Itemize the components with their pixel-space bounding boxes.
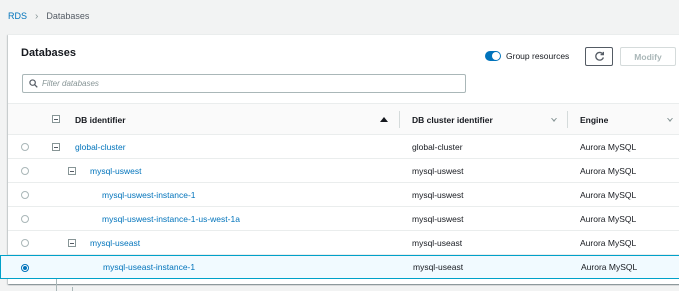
column-header-label: Engine <box>580 114 609 125</box>
table-row[interactable]: mysql-uswest-instance-1-us-west-1a mysql… <box>8 207 679 231</box>
engine-cell: Aurora MySQL <box>580 237 637 248</box>
column-divider <box>399 111 400 128</box>
refresh-button[interactable] <box>585 47 613 66</box>
engine-cell: Aurora MySQL <box>580 189 637 200</box>
breadcrumb: RDS › Databases <box>8 11 89 21</box>
sort-filter-icon[interactable] <box>551 118 557 122</box>
breadcrumb-current: Databases <box>46 11 90 21</box>
chevron-right-icon: › <box>35 10 39 22</box>
db-identifier-link[interactable]: mysql-useast <box>90 231 140 254</box>
table-row[interactable]: mysql-useast mysql-useast Aurora MySQL <box>8 231 679 255</box>
row-radio-selected[interactable] <box>21 264 29 272</box>
sort-ascending-icon[interactable] <box>380 117 388 122</box>
row-radio[interactable] <box>21 215 29 223</box>
db-identifier-link[interactable]: mysql-useast-instance-1 <box>103 256 195 278</box>
cluster-identifier-cell: mysql-useast <box>412 237 463 248</box>
row-radio[interactable] <box>21 239 29 247</box>
collapse-icon[interactable] <box>68 239 76 247</box>
row-radio[interactable] <box>21 191 29 199</box>
cluster-identifier-cell: mysql-uswest <box>412 189 464 200</box>
panel-title: Databases <box>21 47 77 59</box>
table-row[interactable]: global-cluster global-cluster Aurora MyS… <box>8 135 679 159</box>
column-header-cluster-identifier[interactable]: DB cluster identifier <box>412 104 493 135</box>
table-row[interactable]: mysql-uswest mysql-uswest Aurora MySQL <box>8 159 679 183</box>
db-identifier-link[interactable]: global-cluster <box>75 135 126 158</box>
table-row[interactable]: mysql-uswest-instance-1 mysql-uswest Aur… <box>8 183 679 207</box>
tree-line <box>72 287 73 291</box>
engine-cell: Aurora MySQL <box>580 213 637 224</box>
column-header-label: DB cluster identifier <box>412 114 493 125</box>
search-input[interactable] <box>42 79 452 88</box>
db-identifier-link[interactable]: mysql-uswest-instance-1 <box>102 183 196 206</box>
engine-cell: Aurora MySQL <box>580 165 637 176</box>
column-header-engine[interactable]: Engine <box>580 104 608 135</box>
databases-panel: Databases Group resources Modify DB iden… <box>0 34 679 291</box>
column-header-label: DB identifier <box>75 114 126 125</box>
table-header: DB identifier DB cluster identifier Engi… <box>8 103 679 135</box>
refresh-icon <box>594 51 604 61</box>
group-resources-label: Group resources <box>506 51 570 61</box>
table-row-selected[interactable]: mysql-useast-instance-1 mysql-useast Aur… <box>0 255 679 279</box>
db-identifier-link[interactable]: mysql-uswest-instance-1-us-west-1a <box>102 207 240 230</box>
db-identifier-link[interactable]: mysql-uswest <box>90 159 141 182</box>
cluster-identifier-cell: global-cluster <box>412 141 463 152</box>
sort-filter-icon[interactable] <box>667 118 673 122</box>
search-box[interactable] <box>22 74 466 93</box>
search-icon <box>29 79 38 88</box>
cluster-identifier-cell: mysql-uswest <box>412 213 464 224</box>
collapse-all-icon[interactable] <box>52 115 60 123</box>
toggle-switch[interactable] <box>485 51 501 61</box>
databases-table: DB identifier DB cluster identifier Engi… <box>0 103 679 291</box>
group-resources-toggle[interactable]: Group resources <box>485 51 569 61</box>
column-header-db-identifier[interactable]: DB identifier <box>75 104 126 135</box>
cluster-identifier-cell: mysql-useast <box>413 262 464 272</box>
row-radio[interactable] <box>21 143 29 151</box>
engine-cell: Aurora MySQL <box>581 262 638 272</box>
breadcrumb-rds-link[interactable]: RDS <box>8 11 27 21</box>
cluster-identifier-cell: mysql-uswest <box>412 165 464 176</box>
engine-cell: Aurora MySQL <box>580 141 637 152</box>
row-radio[interactable] <box>21 167 29 175</box>
column-divider <box>567 111 568 128</box>
modify-button[interactable]: Modify <box>620 47 676 66</box>
collapse-icon[interactable] <box>68 167 76 175</box>
collapse-icon[interactable] <box>52 143 60 151</box>
